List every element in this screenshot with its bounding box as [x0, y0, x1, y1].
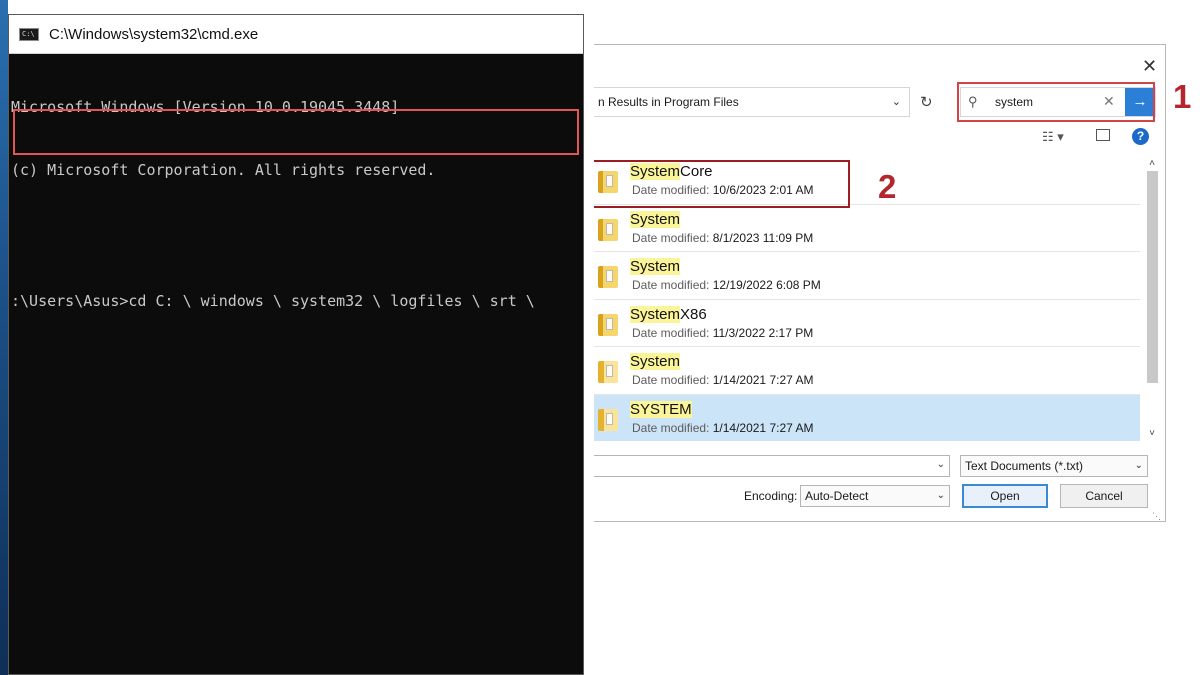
vertical-scrollbar[interactable]: ˄ ˅: [1144, 157, 1160, 441]
cmd-window[interactable]: C:\ C:\Windows\system32\cmd.exe Microsof…: [8, 14, 584, 675]
refresh-icon[interactable]: ↻: [920, 93, 933, 111]
list-item[interactable]: System Date modified: 1/14/2021 7:27 AM: [594, 347, 1140, 395]
resize-grip-icon[interactable]: ⋱: [1152, 511, 1161, 522]
item-name: System: [630, 258, 681, 275]
cmd-output[interactable]: Microsoft Windows [Version 10.0.19045.34…: [9, 54, 583, 354]
file-type-select[interactable]: Text Documents (*.txt) ⌄: [960, 455, 1148, 477]
terminal-icon: C:\: [19, 27, 39, 41]
list-item[interactable]: System Date modified: 12/19/2022 6:08 PM: [594, 252, 1140, 300]
encoding-select[interactable]: Auto-Detect ⌄: [800, 485, 950, 507]
search-highlight-box: [957, 82, 1155, 122]
step-2-callout: 2: [878, 168, 897, 205]
view-options-icon[interactable]: ☷ ▾: [1042, 129, 1064, 145]
open-button[interactable]: Open: [962, 484, 1048, 508]
scroll-down-icon[interactable]: ˅: [1144, 427, 1160, 441]
item-name: SystemX86: [630, 305, 707, 323]
cmd-window-title: C:\Windows\system32\cmd.exe: [49, 25, 259, 43]
cmd-command-line[interactable]: :\Users\Asus>cd C: \ windows \ system32 …: [11, 291, 583, 312]
encoding-label: Encoding:: [744, 489, 798, 503]
encoding-value: Auto-Detect: [805, 489, 869, 503]
address-text: n Results in Program Files: [598, 95, 739, 109]
item-date: Date modified: 11/3/2022 2:17 PM: [632, 325, 814, 340]
file-type-value: Text Documents (*.txt): [965, 459, 1084, 473]
item-name: SYSTEM: [630, 400, 692, 418]
list-item[interactable]: System Date modified: 8/1/2023 11:09 PM: [594, 205, 1140, 252]
chevron-down-icon[interactable]: ⌄: [892, 88, 901, 116]
item-highlight-box: [594, 160, 850, 208]
item-name: System: [630, 210, 681, 228]
chevron-down-icon[interactable]: ⌄: [1135, 456, 1143, 476]
chevron-down-icon[interactable]: ⌄: [937, 486, 945, 506]
image-divider: [584, 0, 594, 675]
folder-icon: [598, 361, 618, 383]
folder-icon: [598, 313, 618, 336]
step-1-callout: 1: [1173, 78, 1192, 115]
scroll-thumb[interactable]: [1147, 171, 1158, 383]
close-icon[interactable]: ✕: [1142, 57, 1157, 75]
open-file-dialog[interactable]: ✕ n Results in Program Files ⌄ ↻ ⚲ syste…: [594, 44, 1166, 522]
item-date: Date modified: 8/1/2023 11:09 PM: [632, 230, 814, 245]
item-date: Date modified: 1/14/2021 7:27 AM: [632, 373, 814, 387]
address-bar[interactable]: n Results in Program Files ⌄: [594, 87, 910, 117]
folder-icon: [598, 266, 618, 288]
preview-pane-icon[interactable]: [1096, 129, 1110, 141]
help-icon[interactable]: ?: [1132, 128, 1149, 145]
item-name: System: [630, 353, 681, 370]
list-item[interactable]: SystemX86 Date modified: 11/3/2022 2:17 …: [594, 300, 1140, 347]
folder-icon: [598, 408, 618, 431]
desktop-background: [0, 0, 8, 675]
item-date: Date modified: 12/19/2022 6:08 PM: [632, 278, 821, 292]
folder-icon: [598, 218, 618, 241]
scroll-up-icon[interactable]: ˄: [1144, 157, 1160, 171]
chevron-down-icon[interactable]: ⌄: [937, 459, 945, 470]
command-highlight-box: [13, 109, 579, 155]
cmd-copyright-line: (c) Microsoft Corporation. All rights re…: [11, 161, 436, 179]
list-item-selected[interactable]: SYSTEM Date modified: 1/14/2021 7:27 AM: [594, 394, 1140, 441]
file-name-field[interactable]: ⌄: [594, 455, 950, 477]
item-date: Date modified: 1/14/2021 7:27 AM: [632, 420, 814, 435]
cmd-titlebar[interactable]: C:\ C:\Windows\system32\cmd.exe: [9, 15, 583, 54]
cancel-button[interactable]: Cancel: [1060, 484, 1148, 508]
